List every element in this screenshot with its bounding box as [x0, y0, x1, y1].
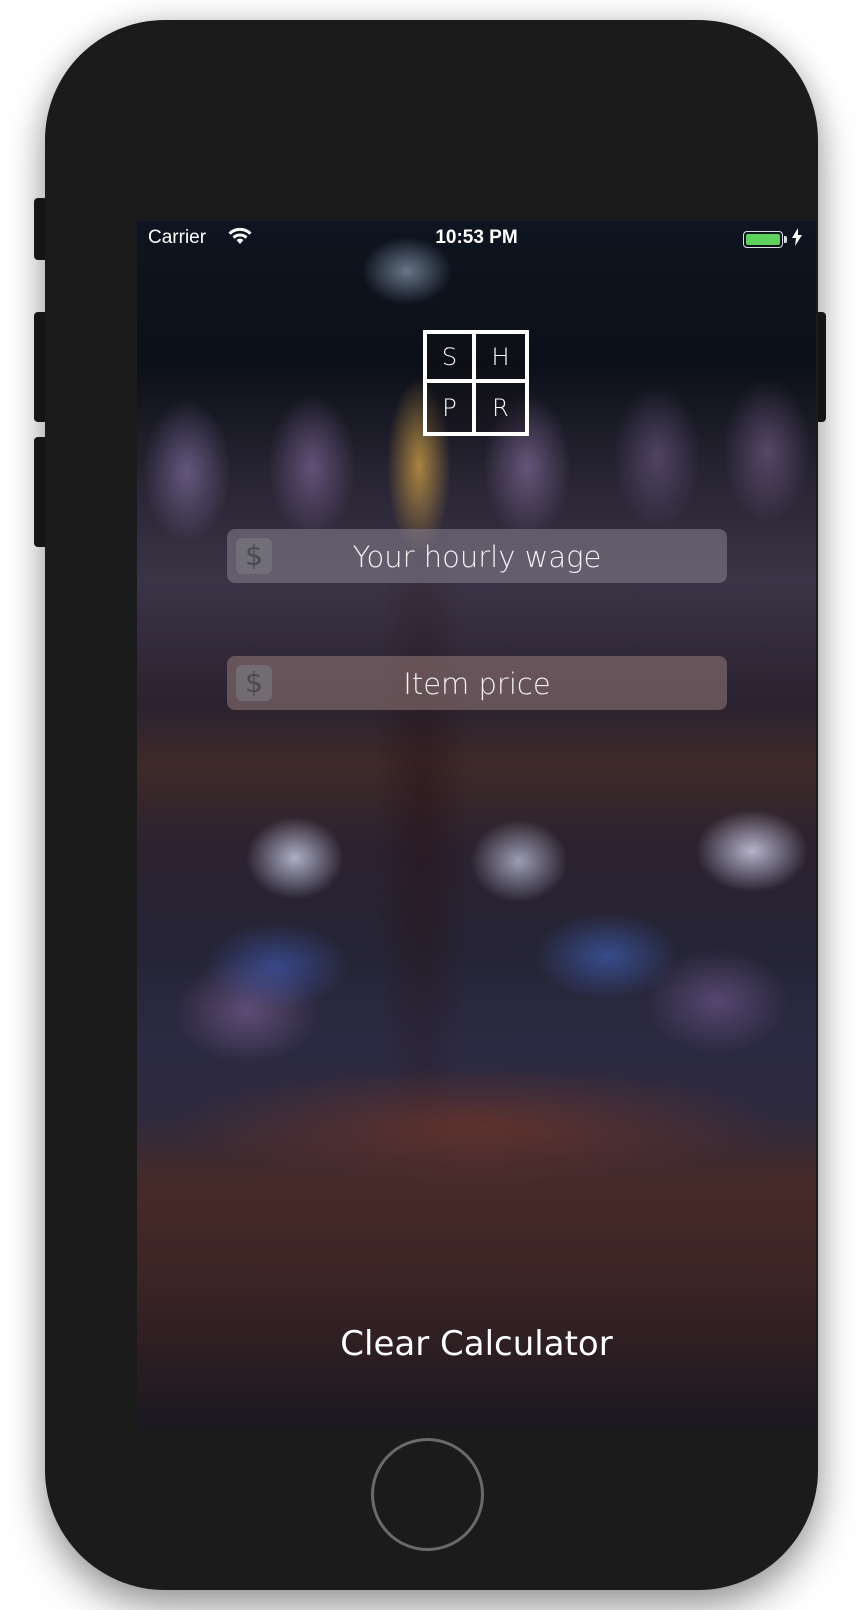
home-button[interactable]	[371, 1438, 484, 1551]
hourly-wage-field[interactable]: $	[227, 529, 727, 585]
battery-level	[746, 234, 780, 245]
item-price-field[interactable]: $	[227, 656, 727, 712]
logo-letter-h: H	[476, 334, 525, 383]
app-screen: Carrier 10:53 PM S H P R $ Your hourly w…	[137, 221, 816, 1429]
dollar-icon: $	[236, 538, 272, 574]
dollar-icon: $	[236, 665, 272, 701]
item-price-input[interactable]	[277, 656, 677, 712]
logo-letter-s: S	[427, 334, 476, 383]
logo-letter-r: R	[492, 393, 509, 422]
clear-calculator-button[interactable]: Clear Calculator	[137, 1323, 816, 1365]
battery-tip	[784, 236, 787, 243]
battery-icon	[743, 231, 783, 248]
logo-letter-p: P	[427, 383, 476, 432]
app-logo: S H P R	[423, 330, 529, 436]
clock-time: 10:53 PM	[435, 227, 518, 248]
hourly-wage-input[interactable]	[277, 529, 677, 585]
status-bar: Carrier 10:53 PM	[137, 221, 816, 259]
phone-frame: Carrier 10:53 PM S H P R $ Your hourly w…	[45, 20, 818, 1590]
charging-bolt-icon	[792, 228, 802, 251]
